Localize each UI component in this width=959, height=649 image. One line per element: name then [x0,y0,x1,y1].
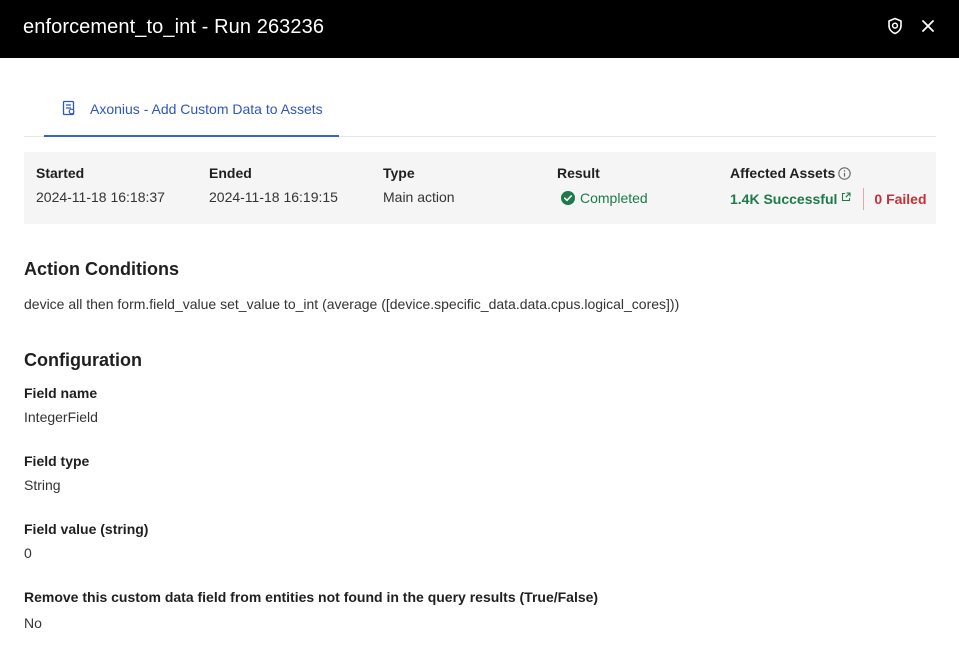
ended-value: 2024-11-18 16:19:15 [209,189,338,205]
result-label: Result [557,165,600,181]
field-type-value: String [24,477,61,493]
run-summary: Started 2024-11-18 16:18:37 Ended 2024-1… [24,152,936,224]
divider [863,188,865,210]
ended-column: Ended 2024-11-18 16:19:15 [209,165,338,205]
field-type-label: Field type [24,453,90,469]
started-label: Started [36,165,85,181]
affected-assets-values: 1.4K Successful 0 Failed [730,188,927,210]
type-label: Type [383,165,415,181]
affected-assets-text: Affected Assets [730,165,836,181]
check-circle-icon [561,191,575,205]
result-value: Completed [580,190,648,206]
successful-assets-link[interactable]: 1.4K Successful [730,191,851,207]
modal-title: enforcement_to_int - Run 263236 [23,16,325,38]
type-value: Main action [383,189,455,205]
type-column: Type Main action [383,165,455,205]
field-name-label: Field name [24,385,98,401]
tab-bar: Axonius - Add Custom Data to Assets [24,82,936,137]
failed-count[interactable]: 0 Failed [874,191,926,207]
tab-label: Axonius - Add Custom Data to Assets [90,101,323,117]
info-icon[interactable] [838,167,852,180]
field-name-value: IntegerField [24,409,98,425]
close-icon[interactable] [919,17,937,35]
modal-header: enforcement_to_int - Run 263236 [0,0,959,58]
external-link-icon [842,192,851,202]
started-value: 2024-11-18 16:18:37 [36,189,165,205]
shield-icon[interactable] [886,17,904,35]
field-value-value: 0 [24,545,32,561]
result-column: Result Completed [557,165,648,206]
ended-label: Ended [209,165,252,181]
affected-assets-label: Affected Assets [730,165,927,181]
action-conditions-heading: Action Conditions [24,259,179,279]
tab-add-custom-data[interactable]: Axonius - Add Custom Data to Assets [44,82,339,137]
field-value-label: Field value (string) [24,521,149,537]
remove-field-label: Remove this custom data field from entit… [24,589,599,605]
remove-field-value: No [24,615,42,631]
successful-count: 1.4K Successful [730,191,838,207]
affected-assets-column: Affected Assets 1.4K Successful 0 Failed [730,165,927,210]
action-conditions-text: device all then form.field_value set_val… [24,296,680,312]
result-status: Completed [557,190,648,206]
started-column: Started 2024-11-18 16:18:37 [36,165,165,205]
document-icon [62,100,75,116]
configuration-heading: Configuration [24,350,142,370]
